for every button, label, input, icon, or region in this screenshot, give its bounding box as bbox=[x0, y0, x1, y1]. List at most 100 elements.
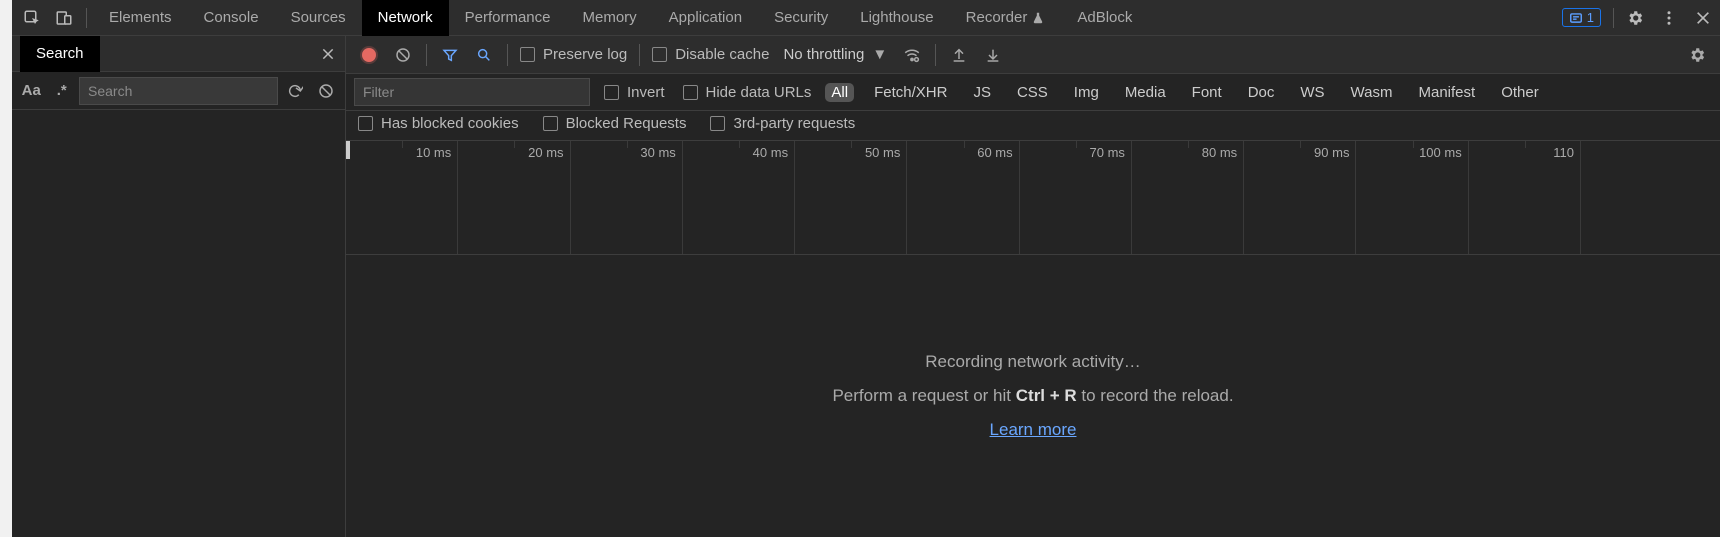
timeline-overview[interactable]: 10 ms20 ms30 ms40 ms50 ms60 ms70 ms80 ms… bbox=[346, 141, 1720, 255]
page-gutter bbox=[0, 0, 12, 537]
search-drawer: Search Aa .* bbox=[12, 36, 346, 537]
empty-text: to record the reload. bbox=[1077, 386, 1234, 405]
devtools-content: Search Aa .* bbox=[12, 36, 1720, 537]
search-input[interactable] bbox=[79, 77, 278, 105]
inspect-element-icon[interactable] bbox=[16, 0, 48, 36]
tab-label: Elements bbox=[109, 9, 172, 26]
blocked-requests-checkbox[interactable]: Blocked Requests bbox=[539, 115, 691, 132]
checkbox-box-icon bbox=[683, 85, 698, 100]
tab-label: Security bbox=[774, 9, 828, 26]
tab-elements[interactable]: Elements bbox=[93, 0, 188, 36]
invert-checkbox[interactable]: Invert bbox=[600, 84, 669, 101]
tab-security[interactable]: Security bbox=[758, 0, 844, 36]
timeline-tick: 110 bbox=[346, 141, 1581, 254]
clear-search-icon[interactable] bbox=[313, 77, 340, 105]
network-toolbar: Preserve log Disable cache No throttling… bbox=[346, 36, 1720, 74]
type-chip-css[interactable]: CSS bbox=[1011, 83, 1054, 102]
tab-lighthouse[interactable]: Lighthouse bbox=[844, 0, 949, 36]
checkbox-box-icon bbox=[710, 116, 725, 131]
tab-label: Performance bbox=[465, 9, 551, 26]
type-chip-other[interactable]: Other bbox=[1495, 83, 1545, 102]
type-chip-media[interactable]: Media bbox=[1119, 83, 1172, 102]
empty-state: Recording network activity… Perform a re… bbox=[346, 255, 1720, 537]
learn-more-link[interactable]: Learn more bbox=[990, 420, 1077, 440]
network-panel: Preserve log Disable cache No throttling… bbox=[346, 36, 1720, 537]
import-har-icon[interactable] bbox=[978, 40, 1008, 70]
checkbox-box-icon bbox=[604, 85, 619, 100]
tab-label: Network bbox=[378, 9, 433, 26]
devtools-window: Elements Console Sources Network Performance… bbox=[12, 0, 1720, 537]
blocked-cookies-label: Has blocked cookies bbox=[381, 115, 519, 132]
type-chip-js[interactable]: JS bbox=[967, 83, 997, 102]
tab-application[interactable]: Application bbox=[653, 0, 758, 36]
network-settings-gear-icon[interactable] bbox=[1682, 40, 1712, 70]
close-devtools-icon[interactable] bbox=[1686, 0, 1720, 36]
checkbox-box-icon bbox=[652, 47, 667, 62]
type-chip-font[interactable]: Font bbox=[1186, 83, 1228, 102]
device-toolbar-icon[interactable] bbox=[48, 0, 80, 36]
separator bbox=[639, 44, 640, 66]
blocked-cookies-checkbox[interactable]: Has blocked cookies bbox=[354, 115, 523, 132]
type-chip-fetchxhr[interactable]: Fetch/XHR bbox=[868, 83, 953, 102]
match-case-toggle[interactable]: Aa bbox=[18, 77, 45, 105]
tab-memory[interactable]: Memory bbox=[567, 0, 653, 36]
refresh-search-icon[interactable] bbox=[282, 77, 309, 105]
tab-label: Memory bbox=[583, 9, 637, 26]
preserve-log-label: Preserve log bbox=[543, 46, 627, 63]
third-party-checkbox[interactable]: 3rd-party requests bbox=[706, 115, 859, 132]
tab-label: AdBlock bbox=[1077, 9, 1132, 26]
blocked-requests-label: Blocked Requests bbox=[566, 115, 687, 132]
drawer-tabstrip: Search bbox=[12, 36, 345, 72]
experiment-flask-icon bbox=[1031, 11, 1045, 25]
tab-recorder[interactable]: Recorder bbox=[950, 0, 1062, 36]
issues-indicator[interactable]: 1 bbox=[1562, 8, 1601, 27]
export-har-icon[interactable] bbox=[944, 40, 974, 70]
separator bbox=[1613, 8, 1614, 28]
throttling-value: No throttling bbox=[783, 46, 864, 63]
hide-data-urls-checkbox[interactable]: Hide data URLs bbox=[679, 84, 816, 101]
clear-log-icon[interactable] bbox=[388, 40, 418, 70]
filter-input[interactable] bbox=[354, 78, 590, 106]
type-chip-img[interactable]: Img bbox=[1068, 83, 1105, 102]
drawer-tab-search[interactable]: Search bbox=[20, 36, 100, 72]
throttling-dropdown[interactable]: No throttling ▼ bbox=[777, 46, 893, 63]
devtools-tabbar: Elements Console Sources Network Performance… bbox=[12, 0, 1720, 36]
record-dot-icon bbox=[362, 48, 376, 62]
regex-toggle[interactable]: .* bbox=[49, 77, 76, 105]
type-chip-ws[interactable]: WS bbox=[1294, 83, 1330, 102]
separator bbox=[426, 44, 427, 66]
empty-text: Perform a request or hit bbox=[832, 386, 1015, 405]
close-drawer-icon[interactable] bbox=[311, 36, 345, 72]
empty-kbd: Ctrl + R bbox=[1016, 386, 1077, 405]
filter-toggle-icon[interactable] bbox=[435, 40, 465, 70]
record-button[interactable] bbox=[354, 40, 384, 70]
search-controls: Aa .* bbox=[12, 72, 345, 110]
type-chip-all[interactable]: All bbox=[825, 83, 854, 102]
network-conditions-icon[interactable] bbox=[897, 40, 927, 70]
disable-cache-checkbox[interactable]: Disable cache bbox=[648, 46, 773, 63]
tab-console[interactable]: Console bbox=[188, 0, 275, 36]
tab-adblock[interactable]: AdBlock bbox=[1061, 0, 1148, 36]
settings-gear-icon[interactable] bbox=[1618, 0, 1652, 36]
network-filter-bar-2: Has blocked cookies Blocked Requests 3rd… bbox=[346, 111, 1720, 141]
search-toggle-icon[interactable] bbox=[469, 40, 499, 70]
preserve-log-checkbox[interactable]: Preserve log bbox=[516, 46, 631, 63]
tab-label: Sources bbox=[291, 9, 346, 26]
checkbox-box-icon bbox=[358, 116, 373, 131]
tab-performance[interactable]: Performance bbox=[449, 0, 567, 36]
tab-sources[interactable]: Sources bbox=[275, 0, 362, 36]
tab-label: Console bbox=[204, 9, 259, 26]
disable-cache-label: Disable cache bbox=[675, 46, 769, 63]
network-filter-bar: Invert Hide data URLs All Fetch/XHR JS CSS I… bbox=[346, 74, 1720, 111]
type-chip-manifest[interactable]: Manifest bbox=[1413, 83, 1482, 102]
kebab-menu-icon[interactable] bbox=[1652, 0, 1686, 36]
separator bbox=[86, 8, 87, 28]
issues-count: 1 bbox=[1587, 10, 1594, 25]
timeline-halftick bbox=[1525, 141, 1526, 148]
panel-tabs: Elements Console Sources Network Performance… bbox=[93, 0, 1148, 36]
separator bbox=[507, 44, 508, 66]
tab-network[interactable]: Network bbox=[362, 0, 449, 36]
type-chip-doc[interactable]: Doc bbox=[1242, 83, 1281, 102]
hide-data-urls-label: Hide data URLs bbox=[706, 84, 812, 101]
type-chip-wasm[interactable]: Wasm bbox=[1345, 83, 1399, 102]
